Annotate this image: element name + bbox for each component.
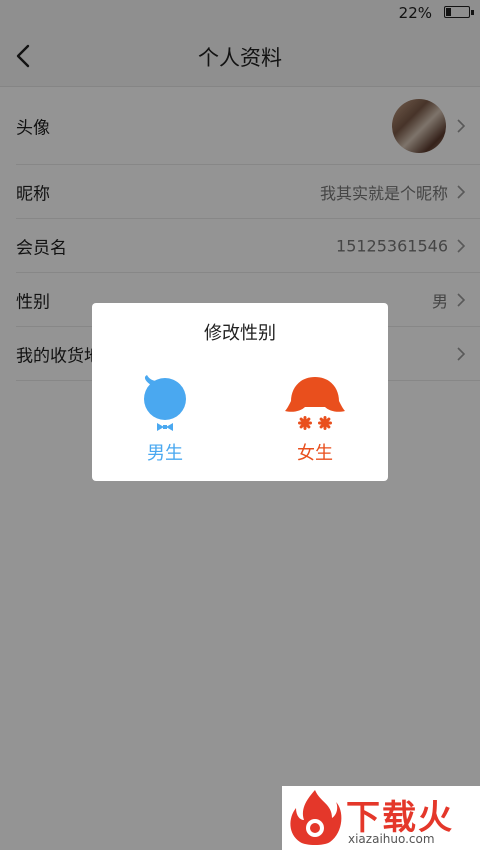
girl-icon [285,377,345,430]
male-label: 男生 [147,443,183,464]
flame-logo-icon [290,790,342,845]
watermark: 下载火 xiazaihuo.com [282,786,480,850]
male-option[interactable]: 男生 [110,373,220,473]
female-label: 女生 [297,443,333,464]
female-option[interactable]: 女生 [260,373,370,473]
boy-icon [144,375,186,431]
gender-dialog: 修改性别 男生 女生 [92,303,388,481]
dialog-title: 修改性别 [204,323,276,344]
watermark-domain: xiazaihuo.com [348,832,435,846]
